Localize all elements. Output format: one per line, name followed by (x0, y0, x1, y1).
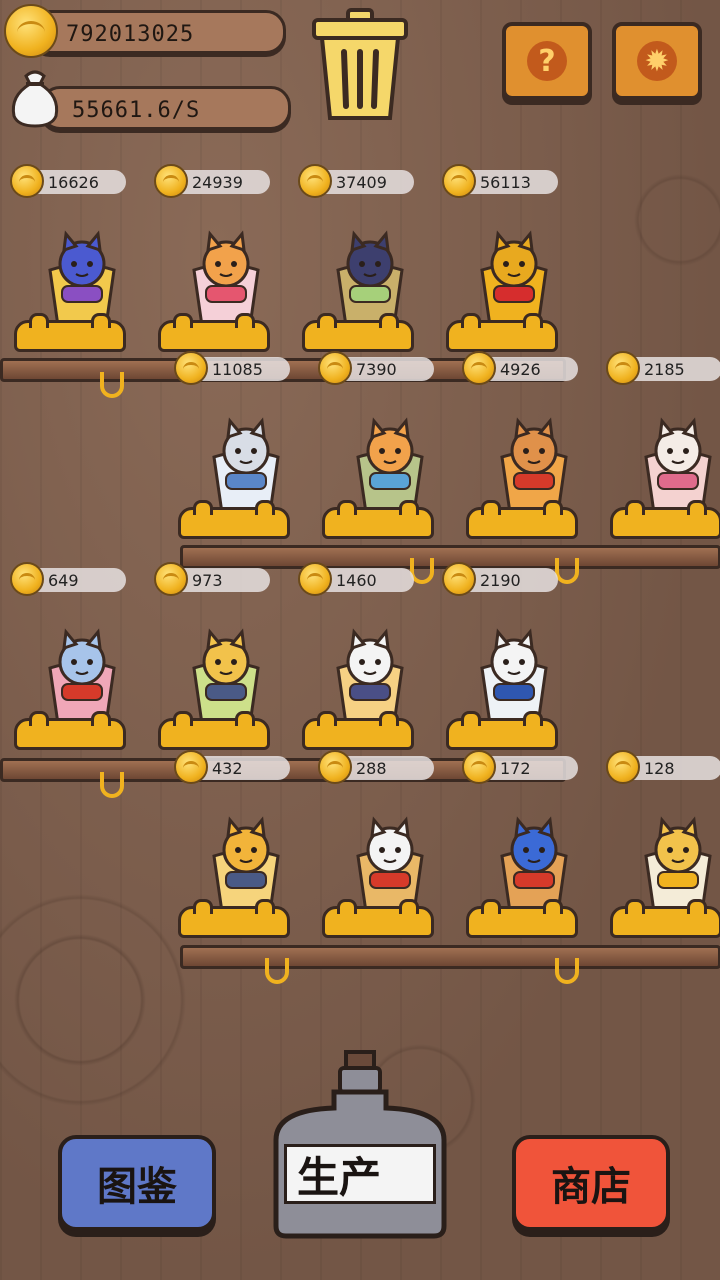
price-tag: 56113 (442, 164, 558, 198)
price-value: 2185 (644, 360, 685, 379)
cup-stand (610, 500, 720, 539)
coin-icon (606, 351, 640, 385)
cup-stand (466, 500, 578, 539)
cat-cup-slot[interactable]: 1460 (298, 562, 442, 758)
cat-cup-slot[interactable]: 2190 (442, 562, 586, 758)
cup-stand (610, 899, 720, 938)
help-button[interactable]: ? (502, 22, 592, 100)
price-value: 11085 (212, 360, 263, 379)
coin-icon (174, 750, 208, 784)
price-value: 649 (48, 571, 79, 590)
price-value: 56113 (480, 173, 531, 192)
cup-stand (446, 711, 558, 750)
cup-stand (302, 711, 414, 750)
money-bag-icon (11, 70, 59, 128)
cup-stand (158, 313, 270, 352)
question-mark-icon: ? (527, 41, 567, 81)
coin-icon (10, 164, 44, 198)
cup-stand (302, 313, 414, 352)
shelf-hook (265, 958, 289, 984)
price-value: 37409 (336, 173, 387, 192)
cup-stand (322, 899, 434, 938)
coin-icon (462, 351, 496, 385)
coin-icon (154, 164, 188, 198)
cup-stand (14, 711, 126, 750)
cup-stand (178, 899, 290, 938)
price-tag: 649 (10, 562, 126, 596)
price-value: 24939 (192, 173, 243, 192)
cup-stand (14, 313, 126, 352)
price-tag: 432 (174, 750, 290, 784)
coin-icon (442, 562, 476, 596)
cat-cup-slot[interactable]: 649 (10, 562, 154, 758)
cup-stand (446, 313, 558, 352)
price-value: 16626 (48, 173, 99, 192)
shelf-hook (555, 958, 579, 984)
price-value: 2190 (480, 571, 521, 590)
price-tag: 973 (154, 562, 270, 596)
price-value: 4926 (500, 360, 541, 379)
coin-icon (174, 351, 208, 385)
price-tag: 128 (606, 750, 720, 784)
cat-cup-slot[interactable]: 24939 (154, 164, 298, 360)
settings-button[interactable]: ✹ (612, 22, 702, 100)
income-rate: 55661.6/S (72, 98, 201, 123)
price-tag: 37409 (298, 164, 414, 198)
coin-icon (4, 4, 58, 58)
gear-icon: ✹ (637, 41, 677, 81)
cat-cup-slot[interactable]: 128 (606, 750, 720, 946)
price-tag: 16626 (10, 164, 126, 198)
price-tag: 172 (462, 750, 578, 784)
price-value: 432 (212, 759, 243, 778)
coin-icon (154, 562, 188, 596)
price-tag: 11085 (174, 351, 290, 385)
cat-cup-slot[interactable]: 2185 (606, 351, 720, 547)
price-tag: 4926 (462, 351, 578, 385)
coin-icon (462, 750, 496, 784)
cat-cup-slot[interactable]: 37409 (298, 164, 442, 360)
coin-icon (298, 562, 332, 596)
price-tag: 7390 (318, 351, 434, 385)
coin-icon (442, 164, 476, 198)
price-tag: 24939 (154, 164, 270, 198)
price-tag: 2185 (606, 351, 720, 385)
cat-cup-slot[interactable]: 432 (174, 750, 318, 946)
price-tag: 2190 (442, 562, 558, 596)
catalog-button[interactable]: 图鉴 (58, 1135, 216, 1231)
shelf-hook (100, 772, 124, 798)
coin-icon (606, 750, 640, 784)
price-value: 128 (644, 759, 675, 778)
coin-icon (298, 164, 332, 198)
shelf-4 (180, 945, 720, 969)
price-tag: 1460 (298, 562, 414, 596)
price-value: 1460 (336, 571, 377, 590)
shop-button[interactable]: 商店 (512, 1135, 670, 1231)
coin-icon (318, 351, 352, 385)
cup-stand (158, 711, 270, 750)
price-tag: 288 (318, 750, 434, 784)
price-value: 288 (356, 759, 387, 778)
trash-can-icon[interactable] (310, 8, 410, 123)
cup-stand (322, 500, 434, 539)
cat-cup-slot[interactable]: 288 (318, 750, 462, 946)
cat-cup-slot[interactable]: 973 (154, 562, 298, 758)
cup-stand (466, 899, 578, 938)
produce-button[interactable]: 生产 (284, 1144, 436, 1204)
cat-cup-slot[interactable]: 172 (462, 750, 606, 946)
price-value: 973 (192, 571, 223, 590)
coin-counter: 792013025 (66, 22, 195, 47)
cat-cup-slot[interactable]: 7390 (318, 351, 462, 547)
cat-cup-slot[interactable]: 16626 (10, 164, 154, 360)
coin-icon (318, 750, 352, 784)
price-value: 7390 (356, 360, 397, 379)
shelf-hook (100, 372, 124, 398)
cat-cup-slot[interactable]: 11085 (174, 351, 318, 547)
coin-icon (10, 562, 44, 596)
cat-cup-slot[interactable]: 56113 (442, 164, 586, 360)
cup-stand (178, 500, 290, 539)
price-value: 172 (500, 759, 531, 778)
cat-cup-slot[interactable]: 4926 (462, 351, 606, 547)
